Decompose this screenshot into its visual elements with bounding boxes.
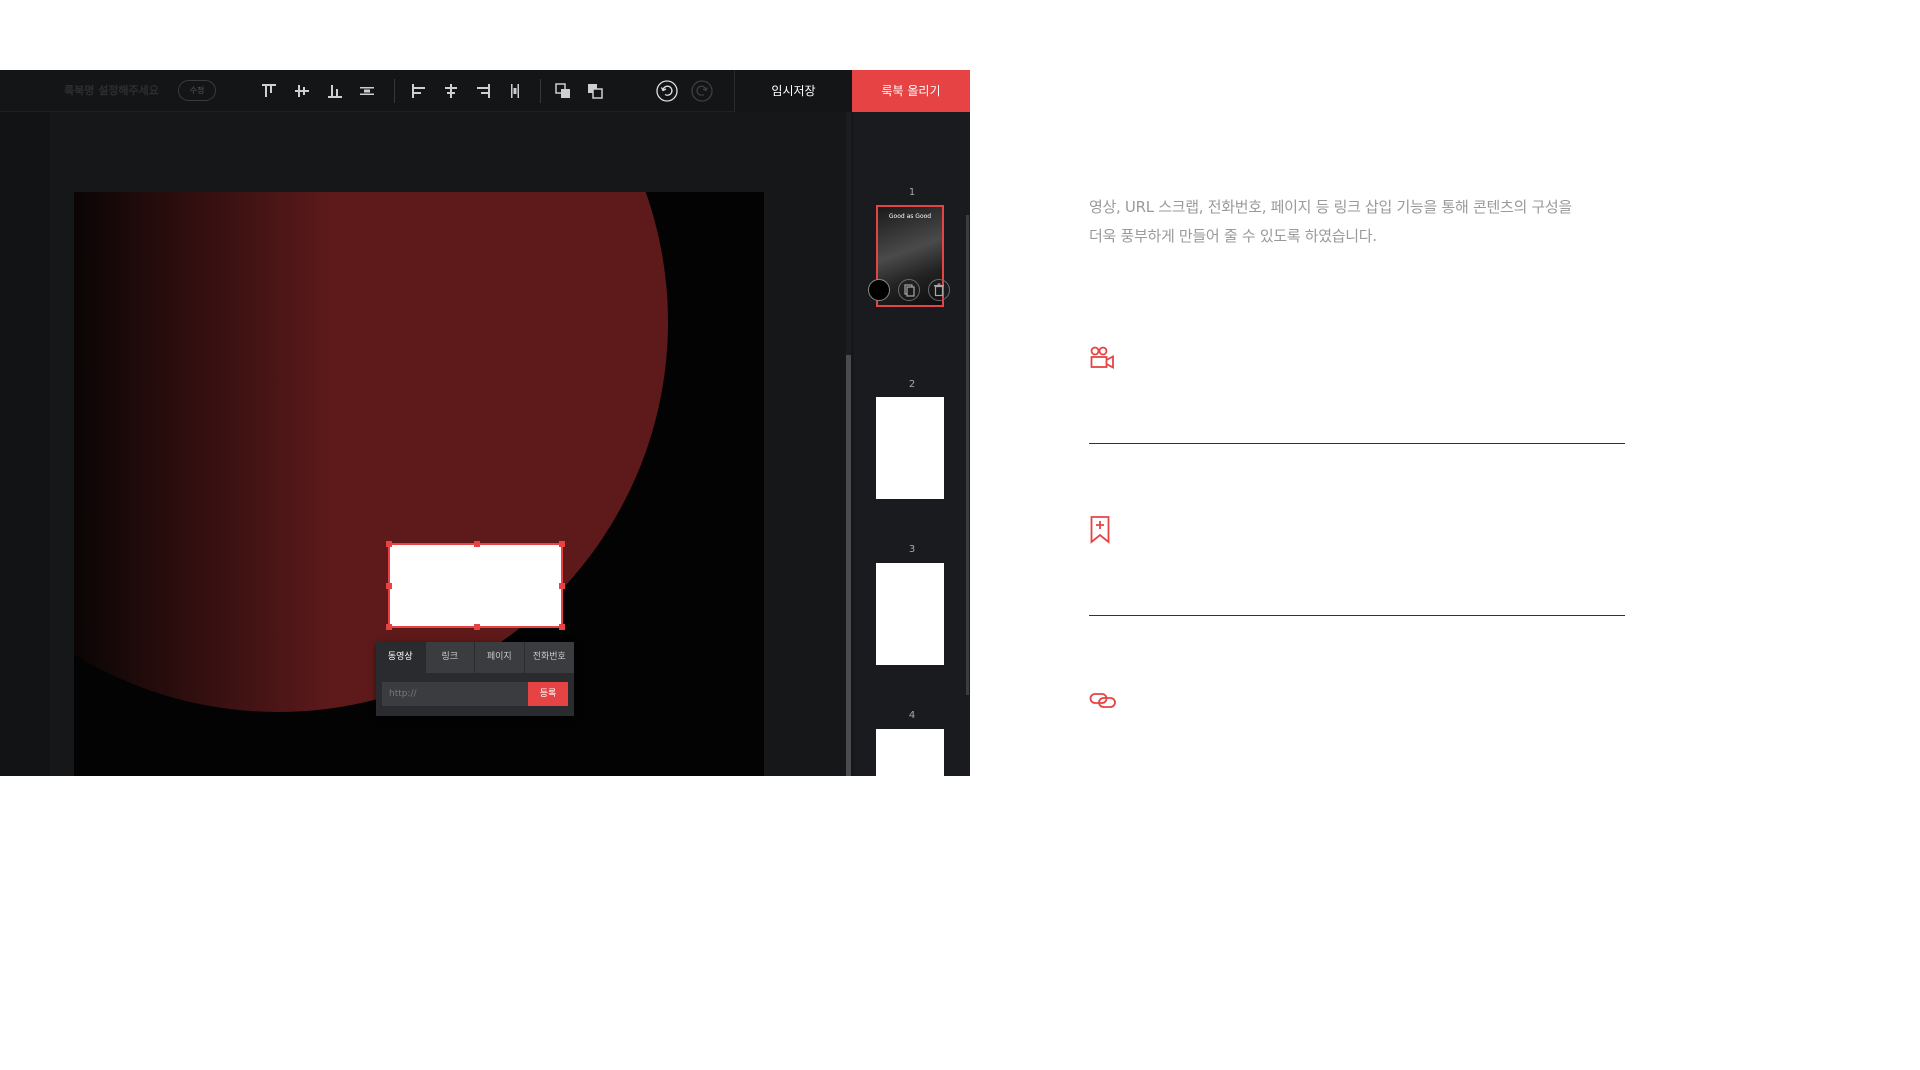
description-line-1: 영상, URL 스크랩, 전화번호, 페이지 등 링크 삽입 기능을 통해 콘텐… (1089, 198, 1572, 216)
url-input[interactable] (382, 682, 528, 706)
undo-icon[interactable] (656, 80, 678, 102)
align-top-icon[interactable] (260, 82, 278, 100)
send-backward-icon[interactable] (586, 82, 604, 100)
video-camera-icon (1089, 345, 1119, 375)
page-list-scrollbar[interactable] (966, 215, 969, 695)
section-divider (1089, 443, 1625, 444)
resize-handle[interactable] (559, 541, 565, 547)
toolbar-divider (540, 79, 541, 103)
page-number: 1 (908, 187, 916, 198)
canvas-scrollbar-thumb[interactable] (846, 355, 851, 776)
edit-name-button[interactable]: 수정 (178, 80, 216, 101)
align-bottom-icon[interactable] (326, 82, 344, 100)
page-number: 2 (908, 379, 916, 390)
toolbar-divider (394, 79, 395, 103)
book-name: 룩북명 설정해주세요 (64, 84, 159, 97)
bring-forward-icon[interactable] (554, 82, 572, 100)
align-center-icon[interactable] (442, 82, 460, 100)
align-middle-icon[interactable] (293, 82, 311, 100)
resize-handle[interactable] (559, 583, 565, 589)
tab-video[interactable]: 동영상 (376, 642, 426, 673)
gradient-overlay (74, 192, 334, 776)
align-right-icon[interactable] (474, 82, 492, 100)
resize-handle[interactable] (474, 541, 480, 547)
register-button[interactable]: 등록 (528, 682, 568, 706)
distribute-vertical-icon[interactable] (358, 82, 376, 100)
editor-toolbar: 룩북명 설정해주세요 수정 임시저장 룩북 올리기 (0, 70, 970, 112)
feature-description: 영상, URL 스크랩, 전화번호, 페이지 등 링크 삽입 기능을 통해 콘텐… (1089, 193, 1649, 251)
tab-page[interactable]: 페이지 (475, 642, 525, 673)
section-divider (1089, 615, 1625, 616)
page-thumbnail-title: Good as Good (888, 213, 932, 220)
page-thumbnail-3[interactable] (876, 563, 944, 665)
delete-page-icon[interactable] (928, 279, 950, 301)
link-icon (1089, 688, 1119, 718)
redo-icon[interactable] (691, 80, 713, 102)
duplicate-page-icon[interactable] (898, 279, 920, 301)
page-thumbnail-4[interactable] (876, 729, 944, 776)
description-line-2: 더욱 풍부하게 만들어 줄 수 있도록 하였습니다. (1089, 227, 1377, 245)
tab-phone[interactable]: 전화번호 (524, 642, 574, 673)
page-number: 4 (908, 710, 916, 721)
page-number: 3 (908, 544, 916, 555)
resize-handle[interactable] (386, 583, 392, 589)
link-insert-popup: 동영상 링크 페이지 전화번호 등록 (376, 642, 574, 716)
resize-handle[interactable] (474, 624, 480, 630)
selected-link-box[interactable] (386, 541, 565, 630)
temp-save-button[interactable]: 임시저장 (734, 70, 852, 112)
page-color-button[interactable] (868, 279, 890, 301)
left-tool-panel (0, 112, 50, 776)
page-thumbnail-2[interactable] (876, 397, 944, 499)
page-list-panel: 1 Good as Good 2 3 4 (854, 112, 970, 776)
publish-lookbook-button[interactable]: 룩북 올리기 (852, 70, 970, 112)
resize-handle[interactable] (386, 624, 392, 630)
resize-handle[interactable] (559, 624, 565, 630)
distribute-horizontal-icon[interactable] (506, 82, 524, 100)
bookmark-add-icon (1089, 515, 1119, 545)
resize-handle[interactable] (386, 541, 392, 547)
align-left-icon[interactable] (410, 82, 428, 100)
tab-link[interactable]: 링크 (425, 642, 475, 673)
